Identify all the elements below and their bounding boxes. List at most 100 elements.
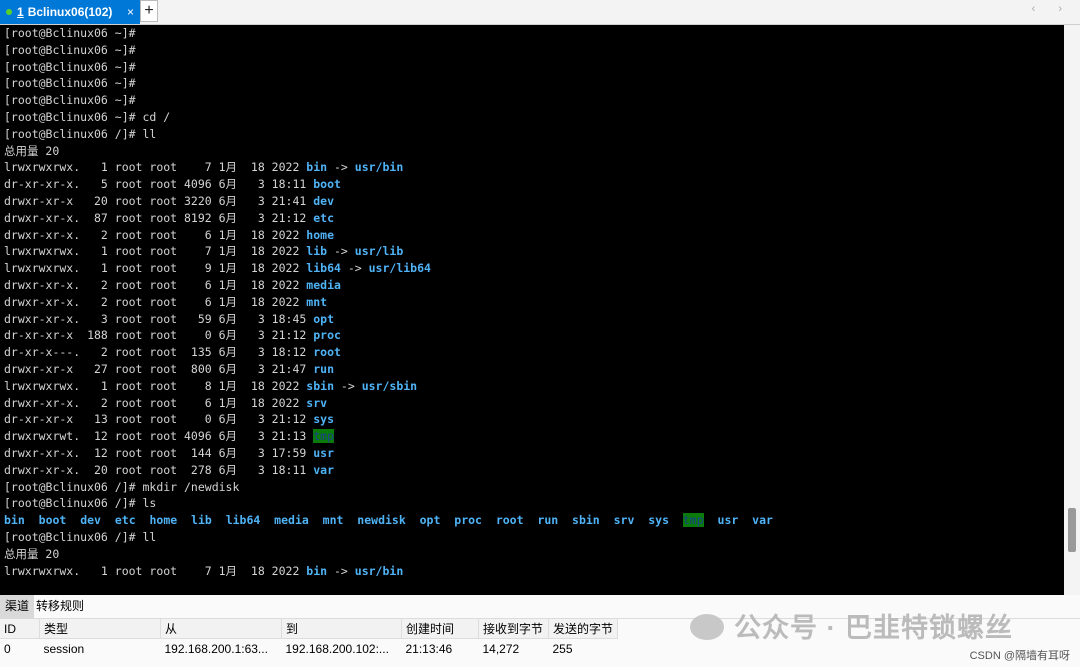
terminal-text: usr/lib — [354, 244, 404, 259]
scrollbar-thumb[interactable] — [1068, 508, 1076, 552]
terminal-text: home — [306, 227, 334, 242]
terminal-scrollbar[interactable] — [1064, 25, 1080, 595]
watermark: 公众号 · 巴韭特锁螺丝 — [690, 606, 1013, 645]
terminal-text: tmp — [313, 429, 334, 444]
terminal-line: lrwxrwxrwx. 1 root root 7 1月 18 2022 bin… — [0, 159, 1064, 176]
terminal-line: lrwxrwxrwx. 1 root root 7 1月 18 2022 lib… — [0, 243, 1064, 260]
session-tab[interactable]: 1 Bclinux06(102) × — [0, 0, 140, 24]
terminal-text: [root@Bclinux06 ~]# — [4, 59, 136, 74]
terminal-line: lrwxrwxrwx. 1 root root 8 1月 18 2022 sbi… — [0, 378, 1064, 395]
cell-bytes-received: 14,272 — [482, 641, 520, 656]
terminal-line: 总用量 20 — [0, 546, 1064, 563]
terminal-text: media — [274, 513, 309, 528]
terminal-text: var — [313, 462, 334, 477]
terminal-line: drwxr-xr-x. 2 root root 6 1月 18 2022 srv — [0, 395, 1064, 412]
terminal-line: [root@Bclinux06 ~]# — [0, 25, 1064, 42]
terminal-line: drwxr-xr-x. 20 root root 278 6月 3 18:11 … — [0, 462, 1064, 479]
cell-from: 192.168.200.1:63... — [164, 641, 268, 656]
terminal-text: boot — [313, 177, 341, 192]
credit-text: CSDN @隔墙有耳呀 — [969, 650, 1070, 662]
terminal-text: lrwxrwxrwx. 1 root root 7 1月 18 2022 — [4, 160, 307, 175]
terminal-text: [root@Bclinux06 /]# mkdir /newdisk — [4, 479, 240, 494]
terminal-text: proc — [313, 328, 341, 343]
col-from[interactable]: 从 — [160, 619, 282, 639]
col-id[interactable]: ID — [0, 619, 40, 639]
terminal-text: srv — [306, 395, 328, 410]
terminal-text: home — [149, 513, 178, 528]
tab-number: 1 — [17, 5, 24, 19]
terminal-text: 总用量 20 — [4, 143, 60, 158]
connected-status-icon — [6, 8, 12, 15]
terminal-text: bin — [4, 513, 25, 528]
terminal-text: boot — [38, 513, 67, 528]
table-row[interactable]: 0 session 192.168.200.1:63... 192.168.20… — [0, 639, 618, 659]
terminal-text: dr-xr-xr-x. 5 root root 4096 6月 3 18:11 — [4, 177, 314, 192]
terminal-line: dr-xr-xr-x 188 root root 0 6月 3 21:12 pr… — [0, 327, 1064, 344]
terminal-line: bin boot dev etc home lib lib64 media mn… — [0, 512, 1064, 529]
col-bytes-sent[interactable]: 发送的字节 — [548, 619, 619, 639]
terminal-text: proc — [454, 513, 482, 528]
col-to[interactable]: 到 — [281, 619, 402, 639]
cell-created-time: 21:13:46 — [405, 641, 453, 656]
terminal-text: root — [495, 513, 524, 528]
terminal-text: [root@Bclinux06 /]# ls — [4, 496, 157, 511]
terminal-line: 总用量 20 — [0, 143, 1064, 160]
terminal-text: dr-xr-x---. 2 root root 135 6月 3 18:12 — [4, 345, 314, 360]
terminal-text: usr — [717, 513, 739, 528]
terminal-line: drwxrwxrwt. 12 root root 4096 6月 3 21:13… — [0, 428, 1064, 445]
add-tab-button[interactable]: + — [140, 0, 158, 22]
terminal-line: [root@Bclinux06 ~]# — [0, 59, 1064, 76]
terminal-line: [root@Bclinux06 /]# ll — [0, 126, 1064, 143]
cell-type: session — [43, 641, 85, 656]
col-type[interactable]: 类型 — [39, 619, 161, 639]
terminal-text: opt — [313, 311, 334, 326]
terminal-text: lib64 — [225, 513, 261, 528]
col-bytes-received[interactable]: 接收到字节 — [478, 619, 549, 639]
terminal-text: usr/bin — [354, 563, 404, 578]
terminal-text: sbin — [306, 378, 334, 393]
terminal-text: srv — [613, 513, 635, 528]
terminal-text: lrwxrwxrwx. 1 root root 7 1月 18 2022 — [4, 563, 307, 578]
terminal-line: dr-xr-xr-x 13 root root 0 6月 3 21:12 sys — [0, 411, 1064, 428]
terminal-text: [root@Bclinux06 ~]# cd / — [4, 109, 171, 124]
terminal-text: run — [313, 361, 334, 376]
terminal-text: [root@Bclinux06 ~]# — [4, 42, 136, 57]
col-created-time[interactable]: 创建时间 — [401, 619, 479, 639]
terminal-text: opt — [419, 513, 441, 528]
terminal-text: [root@Bclinux06 ~]# — [4, 26, 136, 40]
tab-scroll-arrows[interactable]: ‹ › — [1032, 3, 1072, 15]
terminal-text: usr/lib64 — [368, 261, 431, 276]
terminal-line: [root@Bclinux06 ~]# — [0, 75, 1064, 92]
close-tab-button[interactable]: × — [127, 0, 134, 24]
terminal-text: drwxr-xr-x. 2 root root 6 1月 18 2022 — [4, 294, 307, 309]
terminal-text: run — [537, 513, 559, 528]
terminal-text: 总用量 20 — [4, 546, 60, 561]
terminal-text: bin — [306, 563, 328, 578]
terminal-line: drwxr-xr-x. 3 root root 59 6月 3 18:45 op… — [0, 311, 1064, 328]
terminal-output[interactable]: [root@Bclinux06 ~]# [root@Bclinux06 ~]# [r… — [0, 25, 1064, 595]
cell-to: 192.168.200.102:... — [285, 641, 389, 656]
tab-channels[interactable]: 渠道 — [0, 595, 35, 618]
tab-bar: 1 Bclinux06(102) × + ‹ › — [0, 0, 1080, 25]
terminal-text: drwxr-xr-x. 12 root root 144 6月 3 17:59 — [4, 445, 314, 460]
tab-forwarding-rules[interactable]: 转移规则 — [31, 595, 89, 618]
terminal-text: [root@Bclinux06 ~]# — [4, 93, 136, 108]
terminal-line: drwxr-xr-x. 2 root root 6 1月 18 2022 med… — [0, 277, 1064, 294]
terminal-text: dev — [80, 513, 101, 528]
terminal-text: media — [306, 277, 341, 292]
terminal-line: dr-xr-xr-x. 5 root root 4096 6月 3 18:11 … — [0, 176, 1064, 193]
